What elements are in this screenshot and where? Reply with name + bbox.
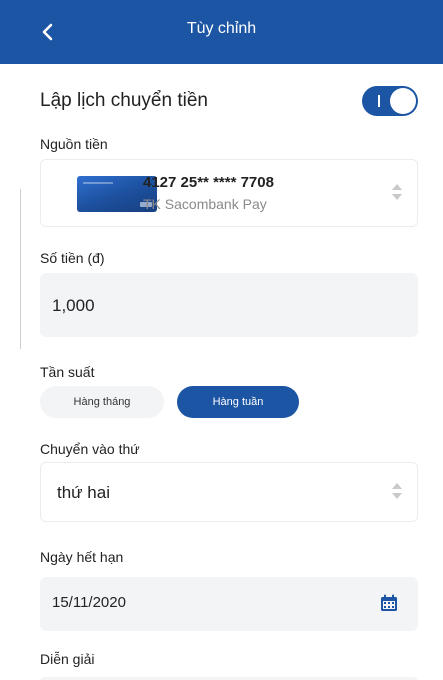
source-label: Nguồn tiền (40, 136, 108, 152)
frequency-monthly-option[interactable]: Hàng tháng (40, 386, 164, 418)
toggle-knob (390, 88, 416, 114)
description-label: Diễn giải (40, 651, 95, 667)
transfer-day-value: thứ hai (57, 483, 110, 502)
schedule-row: Lập lịch chuyển tiền (40, 86, 418, 118)
page-title: Tùy chỉnh (186, 20, 257, 37)
expiry-date-value: 15/11/2020 (52, 594, 126, 611)
expiry-label: Ngày hết hạn (40, 549, 124, 565)
card-account-name: TK Sacombank Pay (143, 196, 267, 212)
amount-label: Số tiền (đ) (40, 250, 105, 266)
toggle-on-mark (378, 95, 380, 107)
amount-input[interactable]: 1,000 (40, 273, 418, 337)
amount-value: 1,000 (52, 296, 95, 315)
frequency-label: Tần suất (40, 364, 95, 380)
expiry-date-input[interactable]: 15/11/2020 (40, 577, 418, 631)
source-account-selector[interactable]: 4127 25** **** 7708 TK Sacombank Pay (40, 159, 418, 227)
form-content: Lập lịch chuyển tiền Nguồn tiền 4127 25*… (0, 64, 443, 680)
card-number: 4127 25** **** 7708 (143, 174, 274, 191)
frequency-weekly-option[interactable]: Hàng tuần (177, 386, 299, 418)
transfer-day-label: Chuyển vào thứ (40, 441, 140, 457)
sort-arrows-icon (391, 184, 403, 202)
sort-arrows-icon (391, 483, 403, 501)
app-header: Tùy chỉnh (0, 0, 443, 64)
scroll-indicator (20, 189, 21, 349)
schedule-label: Lập lịch chuyển tiền (40, 90, 208, 111)
frequency-selector: Hàng tháng Hàng tuần (40, 386, 300, 418)
calendar-icon[interactable] (380, 594, 398, 612)
schedule-toggle[interactable] (362, 86, 418, 116)
transfer-day-select[interactable]: thứ hai (40, 462, 418, 522)
